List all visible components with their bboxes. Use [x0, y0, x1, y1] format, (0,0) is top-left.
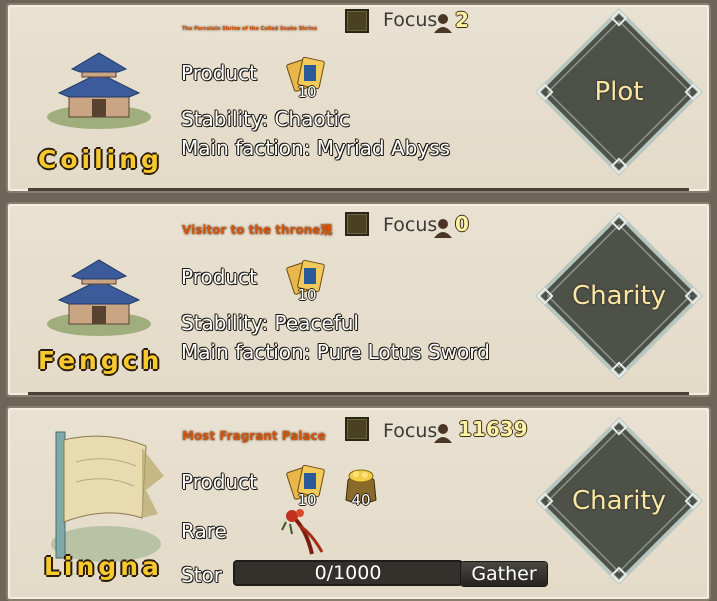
card-bottom-trim — [28, 188, 689, 191]
charity-button-label: Charity — [571, 281, 667, 311]
person-icon — [434, 14, 452, 33]
focus-count: 0 — [455, 212, 469, 236]
focus-checkbox[interactable] — [345, 417, 369, 441]
card-bottom-trim — [28, 392, 689, 395]
person-icon — [434, 424, 452, 443]
product-count: 10 — [297, 491, 317, 509]
product-count: 40 — [351, 491, 371, 509]
product-label: Product — [181, 61, 257, 85]
rare-label: Rare — [181, 519, 227, 543]
focus-count: 2 — [455, 8, 469, 32]
storage-bar: 0/1000 — [233, 560, 463, 586]
focus-label: Focus — [383, 214, 438, 236]
product-label: Product — [181, 470, 257, 494]
person-icon — [434, 219, 452, 238]
pagoda-icon — [47, 259, 151, 336]
main-faction-text: Main faction: Pure Lotus Sword — [181, 340, 490, 364]
focus-count: 11639 — [458, 417, 528, 441]
plot-button-label: Plot — [594, 77, 644, 107]
focus-label: Focus — [383, 9, 438, 31]
charity-button[interactable]: Charity — [534, 211, 704, 381]
product-label: Product — [181, 265, 257, 289]
focus-label: Focus — [383, 420, 438, 442]
red-herb-icon[interactable] — [278, 508, 334, 558]
pagoda-icon — [47, 52, 151, 129]
focus-checkbox[interactable] — [345, 9, 369, 33]
town-subtitle: The Porcelain Shrine of the Coiled Snake… — [182, 26, 317, 32]
charity-button-label: Charity — [571, 486, 667, 516]
town-card[interactable]: Lingna Most Fragrant Palace Focus 11639 … — [6, 406, 711, 601]
charity-button[interactable]: Charity — [534, 416, 704, 586]
plot-button[interactable]: Plot — [534, 7, 704, 177]
town-name: Fengch — [38, 346, 164, 375]
product-count: 10 — [297, 83, 317, 101]
town-card[interactable]: Fengch Visitor to the throne观 Focus 0 Pr… — [6, 202, 711, 397]
stability-text: Stability: Chaotic — [181, 107, 351, 131]
town-name: Coiling — [38, 145, 163, 174]
town-card[interactable]: Coiling The Porcelain Shrine of the Coil… — [6, 3, 711, 193]
banner-flag-icon — [51, 431, 164, 562]
town-subtitle: Visitor to the throne观 — [182, 223, 333, 237]
stability-text: Stability: Peaceful — [181, 311, 359, 335]
town-name: Lingna — [44, 552, 163, 581]
storage-label: Stor — [181, 563, 222, 587]
main-faction-text: Main faction: Myriad Abyss — [181, 136, 451, 160]
product-count: 10 — [297, 286, 317, 304]
focus-checkbox[interactable] — [345, 212, 369, 236]
town-subtitle: Most Fragrant Palace — [182, 429, 326, 443]
